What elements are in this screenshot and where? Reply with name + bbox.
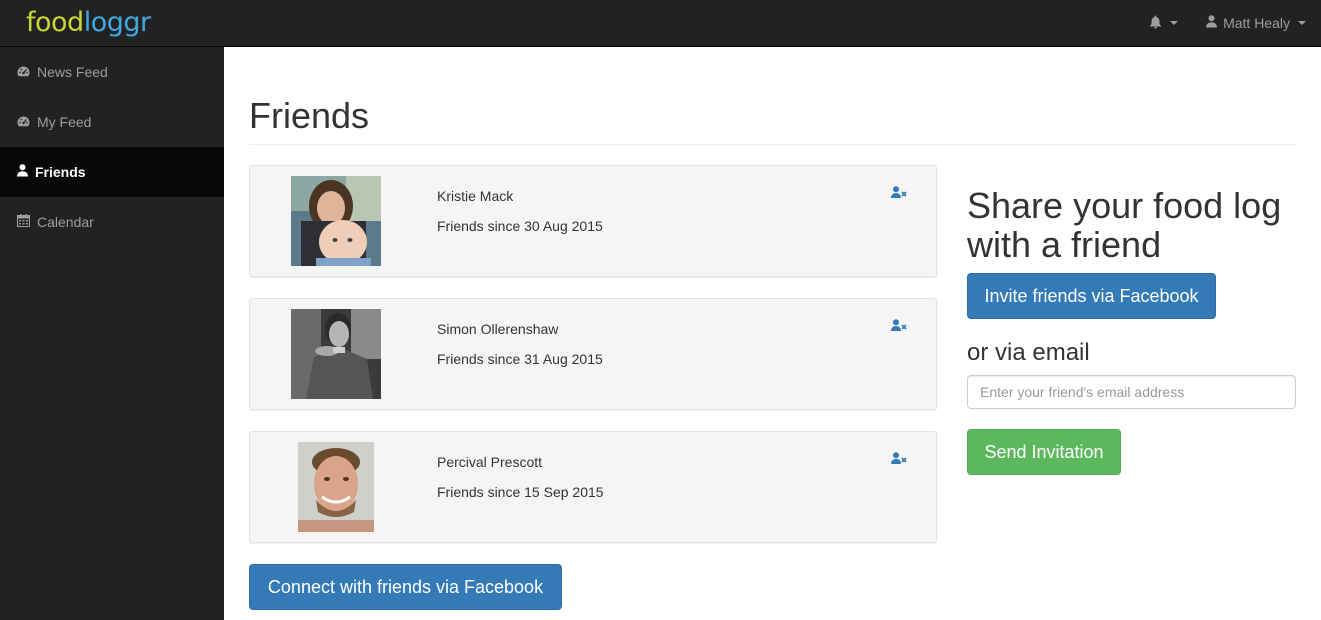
page-title: Friends bbox=[249, 95, 370, 136]
notifications-dropdown[interactable] bbox=[1149, 15, 1179, 32]
logo-food: food bbox=[26, 7, 84, 38]
calendar-icon bbox=[17, 214, 30, 230]
friend-card: Kristie Mack Friends since 30 Aug 2015 bbox=[249, 165, 937, 277]
friend-card: Simon Ollerenshaw Friends since 31 Aug 2… bbox=[249, 298, 937, 410]
remove-friend-icon[interactable] bbox=[891, 319, 908, 337]
remove-friend-icon[interactable] bbox=[891, 452, 908, 470]
share-heading: Share your food log with a friend bbox=[967, 185, 1282, 265]
user-icon bbox=[17, 164, 28, 180]
friend-name[interactable]: Kristie Mack bbox=[437, 188, 513, 204]
friend-name[interactable]: Percival Prescott bbox=[437, 454, 542, 470]
friend-avatar[interactable] bbox=[298, 442, 374, 532]
friend-avatar[interactable] bbox=[291, 176, 381, 266]
friend-since-date: Friends since 15 Sep 2015 bbox=[437, 484, 604, 500]
sidebar-item-my-feed[interactable]: My Feed bbox=[0, 97, 224, 147]
user-icon bbox=[1206, 15, 1218, 31]
friend-name[interactable]: Simon Ollerenshaw bbox=[437, 321, 558, 337]
logo-loggr: loggr bbox=[83, 7, 151, 38]
top-navbar: foodloggr Matt Healy bbox=[0, 0, 1321, 47]
chevron-down-icon bbox=[1298, 21, 1306, 25]
email-field[interactable] bbox=[967, 375, 1296, 409]
chevron-down-icon bbox=[1170, 21, 1179, 25]
dashboard-icon bbox=[17, 114, 30, 130]
sidebar-item-label: Friends bbox=[35, 164, 86, 180]
send-invitation-button[interactable]: Send Invitation bbox=[967, 429, 1121, 475]
sidebar-item-friends[interactable]: Friends bbox=[0, 147, 224, 197]
sidebar-item-label: Calendar bbox=[37, 214, 94, 230]
sidebar-item-news-feed[interactable]: News Feed bbox=[0, 47, 224, 97]
invite-facebook-button[interactable]: Invite friends via Facebook bbox=[967, 273, 1216, 319]
sidebar-item-calendar[interactable]: Calendar bbox=[0, 197, 224, 247]
app-logo[interactable]: foodloggr bbox=[26, 6, 151, 40]
title-divider bbox=[249, 144, 1296, 145]
connect-facebook-button[interactable]: Connect with friends via Facebook bbox=[249, 564, 562, 610]
friend-avatar[interactable] bbox=[291, 309, 381, 399]
friend-card: Percival Prescott Friends since 15 Sep 2… bbox=[249, 431, 937, 543]
remove-friend-icon[interactable] bbox=[891, 186, 908, 204]
user-name: Matt Healy bbox=[1223, 15, 1290, 31]
sidebar: News Feed My Feed Friends Calendar bbox=[0, 47, 224, 620]
bell-icon bbox=[1149, 15, 1162, 32]
email-heading: or via email bbox=[967, 339, 1090, 366]
sidebar-item-label: My Feed bbox=[37, 114, 92, 130]
friend-since-date: Friends since 30 Aug 2015 bbox=[437, 218, 603, 234]
user-menu-dropdown[interactable]: Matt Healy bbox=[1206, 15, 1306, 31]
dashboard-icon bbox=[17, 64, 30, 80]
sidebar-item-label: News Feed bbox=[37, 64, 108, 80]
friend-since-date: Friends since 31 Aug 2015 bbox=[437, 351, 603, 367]
